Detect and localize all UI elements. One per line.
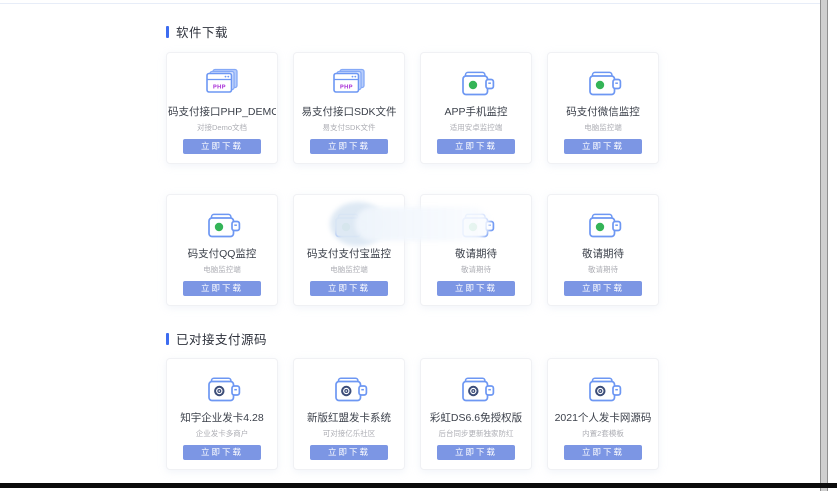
- card-subtitle: 适用安卓监控端: [450, 123, 503, 132]
- card-title: 新版红盟发卡系统: [307, 412, 391, 425]
- download-card: 敬请期待 敬请期待 立即下载: [547, 194, 659, 306]
- section-title: 已对接支付源码: [166, 331, 659, 346]
- card-title: APP手机监控: [444, 106, 507, 119]
- svg-text:PHP: PHP: [340, 84, 353, 90]
- download-button[interactable]: 立即下载: [183, 139, 261, 154]
- wallet-green-icon: [584, 68, 622, 98]
- download-button[interactable]: 立即下载: [437, 281, 515, 296]
- card-subtitle: 企业发卡多商户: [196, 429, 249, 438]
- card-title: 2021个人发卡网源码: [555, 412, 652, 425]
- section-title-text: 已对接支付源码: [176, 329, 267, 348]
- card-subtitle: 敬请期待: [461, 265, 491, 274]
- card-title: 码支付接口PHP_DEMO: [168, 106, 276, 119]
- svg-text:PHP: PHP: [213, 84, 226, 90]
- php-windows-icon: PHP: [202, 68, 242, 98]
- download-card: 2021个人发卡网源码 内置2套模板 立即下载: [547, 358, 659, 470]
- card-subtitle: 电脑监控端: [584, 123, 622, 132]
- download-button[interactable]: 立即下载: [310, 139, 388, 154]
- section-title-text: 软件下载: [176, 22, 228, 41]
- download-button[interactable]: 立即下载: [564, 139, 642, 154]
- card-grid: 知宇企业发卡4.28 企业发卡多商户 立即下载 新版红盟发卡系统 可对接亿乐社区…: [166, 358, 659, 470]
- wallet-coin-icon: [330, 374, 368, 404]
- download-card: 码支付微信监控 电脑监控端 立即下载: [547, 52, 659, 164]
- card-title: 码支付QQ监控: [188, 248, 257, 261]
- card-title: 码支付支付宝监控: [307, 248, 391, 261]
- card-grid: PHP 码支付接口PHP_DEMO 对接Demo文档 立即下载 PHP 易支付接…: [166, 52, 659, 306]
- card-title: 码支付微信监控: [566, 106, 640, 119]
- section: 软件下载 PHP 码支付接口PHP_DEMO 对接Demo文档 立即下载 PHP…: [166, 24, 659, 306]
- card-subtitle: 易支付SDK文件: [323, 123, 376, 132]
- download-button[interactable]: 立即下载: [564, 281, 642, 296]
- download-card: APP手机监控 适用安卓监控端 立即下载: [420, 52, 532, 164]
- section-marker-icon: [166, 333, 169, 345]
- wallet-coin-icon: [584, 374, 622, 404]
- section-marker-icon: [166, 26, 169, 38]
- download-button[interactable]: 立即下载: [310, 445, 388, 460]
- card-subtitle: 电脑监控端: [203, 265, 241, 274]
- download-card: 新版红盟发卡系统 可对接亿乐社区 立即下载: [293, 358, 405, 470]
- card-title: 敬请期待: [455, 248, 497, 261]
- card-title: 彩虹DS6.6免授权版: [430, 412, 522, 425]
- card-subtitle: 可对接亿乐社区: [323, 429, 376, 438]
- download-button[interactable]: 立即下载: [310, 281, 388, 296]
- download-card: PHP 易支付接口SDK文件 易支付SDK文件 立即下载: [293, 52, 405, 164]
- card-subtitle: 后台同步更新独家防红: [439, 429, 514, 438]
- card-subtitle: 内置2套模板: [582, 429, 624, 438]
- wallet-coin-icon: [457, 374, 495, 404]
- scrollbar[interactable]: [820, 0, 828, 491]
- download-card: 彩虹DS6.6免授权版 后台同步更新独家防红 立即下载: [420, 358, 532, 470]
- card-subtitle: 敬请期待: [588, 265, 618, 274]
- download-button[interactable]: 立即下载: [437, 445, 515, 460]
- card-title: 易支付接口SDK文件: [301, 106, 396, 119]
- wallet-green-icon: [203, 210, 241, 240]
- download-button[interactable]: 立即下载: [437, 139, 515, 154]
- download-card: PHP 码支付接口PHP_DEMO 对接Demo文档 立即下载: [166, 52, 278, 164]
- section-title: 软件下载: [166, 24, 659, 39]
- wallet-green-icon: [457, 68, 495, 98]
- wallet-coin-icon: [203, 374, 241, 404]
- php-windows-icon: PHP: [329, 68, 369, 98]
- download-card: 码支付QQ监控 电脑监控端 立即下载: [166, 194, 278, 306]
- card-title: 敬请期待: [582, 248, 624, 261]
- download-card: 知宇企业发卡4.28 企业发卡多商户 立即下载: [166, 358, 278, 470]
- card-title: 知宇企业发卡4.28: [180, 412, 263, 425]
- download-button[interactable]: 立即下载: [183, 281, 261, 296]
- download-button[interactable]: 立即下载: [564, 445, 642, 460]
- bottom-bar: [0, 483, 837, 488]
- card-subtitle: 电脑监控端: [330, 265, 368, 274]
- card-subtitle: 对接Demo文档: [197, 123, 247, 132]
- section: 已对接支付源码 知宇企业发卡4.28 企业发卡多商户 立即下载 新版红盟发卡系统…: [166, 331, 659, 470]
- wallet-green-icon: [584, 210, 622, 240]
- download-button[interactable]: 立即下载: [183, 445, 261, 460]
- censor-blur-blob: [355, 207, 490, 241]
